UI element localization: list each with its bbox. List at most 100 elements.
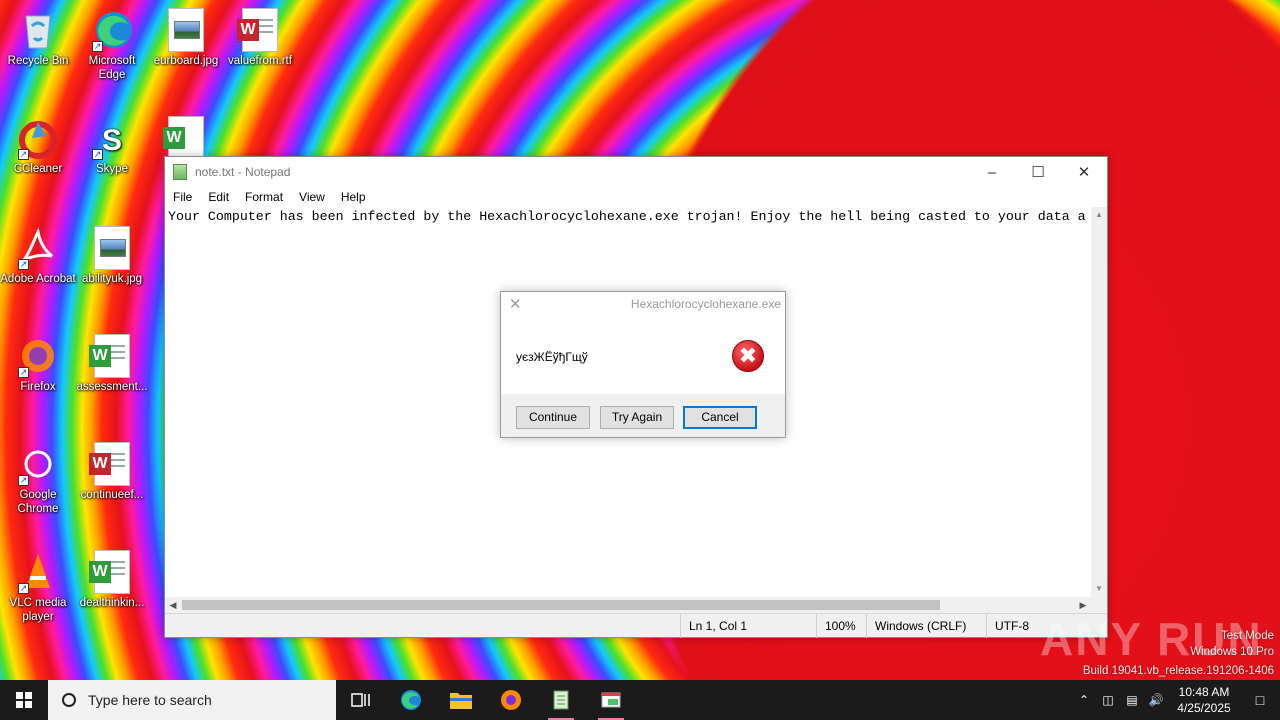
desktop-icon-abilityuk[interactable]: abilityuk.jpg — [74, 226, 150, 286]
svg-text:S: S — [102, 124, 122, 157]
volume-icon[interactable]: 🔊 — [1144, 693, 1168, 707]
taskbar-firefox[interactable] — [486, 680, 536, 720]
desktop-icon-firefox[interactable]: ↗ Firefox — [0, 334, 76, 394]
shortcut-arrow-icon: ↗ — [92, 41, 103, 52]
taskbar-edge[interactable] — [386, 680, 436, 720]
horizontal-scroll-thumb[interactable] — [182, 600, 940, 610]
scroll-left-icon[interactable]: ◀ — [165, 597, 181, 613]
notification-icon[interactable]: □ — [1240, 680, 1280, 720]
notepad-titlebar[interactable]: note.txt - Notepad – ☐ ✕ — [165, 157, 1107, 187]
error-dialog[interactable]: ✕ Hexachlorocyclohexane.exe уєзЖЁўђГщў ✖… — [500, 291, 786, 438]
chevron-up-icon[interactable]: ⌃ — [1072, 693, 1096, 707]
desktop-icon-label: Google Chrome — [17, 489, 59, 515]
desktop-icon-vlc[interactable]: ↗ VLC media player — [0, 550, 76, 624]
status-line-ending: Windows (CRLF) — [866, 613, 986, 638]
taskbar-clock[interactable]: 10:48 AM 4/25/2025 — [1168, 684, 1240, 716]
scroll-down-icon[interactable]: ▼ — [1091, 581, 1107, 597]
clock-time: 10:48 AM — [1178, 685, 1230, 699]
taskbar-search-box[interactable]: Type here to search — [48, 680, 336, 720]
desktop-icon-acrobat[interactable]: ↗ Adobe Acrobat — [0, 226, 76, 286]
system-tray: ⌃ ◫ ▤ 🔊 10:48 AM 4/25/2025 □ — [1072, 680, 1280, 720]
shortcut-arrow-icon: ↗ — [18, 149, 29, 160]
menu-format[interactable]: Format — [237, 190, 291, 204]
menu-edit[interactable]: Edit — [200, 190, 237, 204]
desktop-icon-label: dealthinkin... — [79, 597, 145, 609]
edge-icon: ↗ — [90, 8, 134, 52]
word-document-icon: W — [237, 8, 282, 52]
desktop-icon-label: assessment... — [76, 381, 148, 393]
taskbar-error-app[interactable] — [586, 680, 636, 720]
dialog-close-icon[interactable]: ✕ — [509, 295, 525, 313]
dialog-title: Hexachlorocyclohexane.exe — [630, 297, 781, 311]
maximize-button[interactable]: ☐ — [1015, 157, 1061, 187]
watermark-test-mode: Test Mode — [1220, 630, 1274, 642]
application-window-icon — [601, 692, 621, 708]
desktop-icon-label: Recycle Bin — [7, 55, 69, 67]
desktop-icon-recycle-bin[interactable]: Recycle Bin — [0, 8, 76, 68]
desktop-icon-assessment[interactable]: W assessment... — [74, 334, 150, 394]
edge-icon — [401, 690, 421, 710]
desktop-icon-label: Microsoft Edge — [88, 55, 136, 81]
desktop-icon-label: CCleaner — [13, 163, 63, 175]
cancel-button[interactable]: Cancel — [683, 406, 757, 429]
shortcut-arrow-icon: ↗ — [18, 583, 29, 594]
scrollbar-corner — [1091, 597, 1107, 613]
desktop-icon-label: Skype — [96, 163, 128, 175]
desktop-icon-label: abilityuk.jpg — [81, 273, 143, 285]
desktop-icon-label: Firefox — [20, 381, 56, 393]
chrome-icon: ↗ — [16, 442, 60, 486]
word-document-icon: W — [89, 550, 134, 594]
menu-help[interactable]: Help — [333, 190, 374, 204]
vlc-icon: ↗ — [16, 550, 60, 594]
dialog-body: уєзЖЁўђГщў ✖ — [501, 316, 785, 396]
minimize-button[interactable]: – — [969, 157, 1015, 187]
vertical-scrollbar[interactable]: ▲ ▼ — [1091, 207, 1107, 597]
desktop-icon-continueef[interactable]: W continueef... — [74, 442, 150, 502]
desktop-icon-skype[interactable]: S ↗ Skype — [74, 116, 150, 176]
desktop-icon-valuefrom[interactable]: W valuefrom.rtf — [222, 8, 298, 68]
search-placeholder: Type here to search — [88, 692, 212, 708]
desktop-icon-ccleaner[interactable]: ↗ CCleaner — [0, 116, 76, 176]
scroll-right-icon[interactable]: ▶ — [1075, 597, 1091, 613]
image-file-icon — [164, 8, 208, 52]
close-button[interactable]: ✕ — [1061, 157, 1107, 187]
desktop-icon-word-partial[interactable]: W — [148, 116, 224, 156]
menu-view[interactable]: View — [291, 190, 333, 204]
desktop-icon-dealthinkin[interactable]: W dealthinkin... — [74, 550, 150, 610]
shortcut-arrow-icon: ↗ — [18, 367, 29, 378]
task-view-icon — [351, 693, 370, 707]
network-icon[interactable]: ▤ — [1120, 693, 1144, 707]
acrobat-icon: ↗ — [16, 226, 60, 270]
windows-logo-icon — [16, 692, 32, 708]
notepad-menubar: File Edit Format View Help — [165, 187, 1107, 207]
desktop-icon-label: Adobe Acrobat — [0, 273, 76, 285]
shortcut-arrow-icon: ↗ — [92, 149, 103, 160]
firefox-icon: ↗ — [16, 334, 60, 378]
notepad-statusbar: Ln 1, Col 1 100% Windows (CRLF) UTF-8 — [165, 613, 1107, 638]
task-view-button[interactable] — [336, 680, 386, 720]
notepad-icon — [173, 164, 187, 180]
desktop-icon-eurboard[interactable]: eurboard.jpg — [148, 8, 224, 68]
taskbar-file-explorer[interactable] — [436, 680, 486, 720]
try-again-button[interactable]: Try Again — [600, 406, 674, 429]
desktop-icon-label: VLC media player — [9, 597, 67, 623]
scroll-up-icon[interactable]: ▲ — [1091, 207, 1107, 223]
horizontal-scrollbar[interactable]: ◀ ▶ — [165, 597, 1091, 613]
security-icon[interactable]: ◫ — [1096, 693, 1120, 707]
desktop-icon-chrome[interactable]: ↗ Google Chrome — [0, 442, 76, 516]
notepad-title: note.txt - Notepad — [195, 165, 291, 179]
firefox-icon — [501, 690, 521, 710]
desktop-icon-label: eurboard.jpg — [153, 55, 219, 67]
start-button[interactable] — [0, 680, 48, 720]
menu-file[interactable]: File — [165, 190, 200, 204]
shortcut-arrow-icon: ↗ — [18, 475, 29, 486]
error-icon: ✖ — [732, 340, 764, 372]
skype-icon: S ↗ — [90, 116, 134, 160]
desktop-icon-label: valuefrom.rtf — [228, 55, 292, 67]
taskbar-notepad[interactable] — [536, 680, 586, 720]
watermark-build: Build 19041.vb_release.191206-1406 — [1082, 665, 1274, 677]
dialog-titlebar[interactable]: ✕ Hexachlorocyclohexane.exe — [501, 292, 785, 316]
continue-button[interactable]: Continue — [516, 406, 590, 429]
desktop-icon-edge[interactable]: ↗ Microsoft Edge — [74, 8, 150, 82]
ccleaner-icon: ↗ — [16, 116, 60, 160]
